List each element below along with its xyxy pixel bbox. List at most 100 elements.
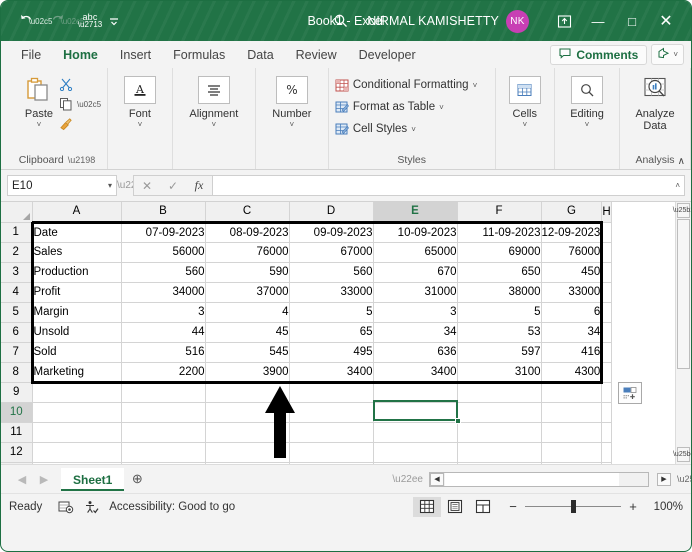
alignment-button[interactable]: Alignment ˅	[179, 73, 249, 129]
cell-G6[interactable]: 34	[541, 322, 604, 343]
cell-F6[interactable]: 53	[457, 322, 542, 343]
paste-dropdown-icon[interactable]: ˅	[37, 121, 42, 129]
normal-view-button[interactable]	[413, 496, 441, 517]
formula-bar-grip[interactable]: \u22ee	[117, 180, 148, 191]
cell-E5[interactable]: 3	[373, 302, 458, 323]
cell-F2[interactable]: 69000	[457, 242, 542, 263]
zoom-in-button[interactable]: +	[627, 499, 639, 514]
alignment-dropdown-icon[interactable]: ˅	[212, 121, 217, 129]
row-header-9[interactable]: 9	[1, 382, 33, 403]
cell-B2[interactable]: 56000	[121, 242, 206, 263]
horizontal-scroll-thumb[interactable]	[445, 472, 619, 486]
row-header-2[interactable]: 2	[1, 242, 33, 263]
cell-H4[interactable]	[601, 282, 612, 303]
row-header-3[interactable]: 3	[1, 262, 33, 283]
row-header-4[interactable]: 4	[1, 282, 33, 303]
customize-qat-icon[interactable]	[103, 9, 125, 33]
column-header-D[interactable]: D	[289, 202, 374, 223]
cell-D10[interactable]	[289, 402, 374, 423]
copy-dropdown-icon[interactable]: \u02c5	[77, 100, 101, 109]
confirm-entry-icon[interactable]: ✓	[160, 179, 186, 193]
select-all-corner[interactable]	[1, 202, 33, 223]
clipboard-dialog-launcher-icon[interactable]: \u2198	[68, 155, 96, 165]
cell-B9[interactable]	[121, 382, 206, 403]
font-dropdown-icon[interactable]: ˅	[138, 121, 143, 129]
cell-G1[interactable]: 12-09-2023	[541, 220, 604, 243]
cell-G9[interactable]	[541, 382, 603, 403]
page-break-preview-button[interactable]	[469, 497, 497, 517]
close-button[interactable]: ✕	[649, 8, 683, 34]
cell-F7[interactable]: 597	[457, 342, 542, 363]
cell-D5[interactable]: 5	[289, 302, 374, 323]
cell-C3[interactable]: 590	[205, 262, 290, 283]
tab-file[interactable]: File	[11, 46, 51, 64]
cell-A12[interactable]	[32, 442, 122, 463]
cell-G8[interactable]: 4300	[541, 362, 604, 384]
cell-D11[interactable]	[289, 422, 374, 443]
zoom-slider[interactable]	[525, 500, 621, 513]
cell-C7[interactable]: 545	[205, 342, 290, 363]
cell-C5[interactable]: 4	[205, 302, 290, 323]
cell-A9[interactable]	[32, 382, 122, 403]
scroll-up-icon[interactable]: \u25b2	[673, 203, 691, 218]
cell-D1[interactable]: 09-09-2023	[289, 220, 374, 243]
number-dropdown-icon[interactable]: ˅	[290, 121, 295, 129]
conditional-formatting-dropdown-icon[interactable]: ˅	[473, 81, 478, 90]
number-button[interactable]: % Number ˅	[262, 73, 322, 129]
conditional-formatting-button[interactable]: Conditional Formatting ˅	[335, 76, 477, 94]
cell-H2[interactable]	[601, 242, 612, 263]
zoom-slider-thumb[interactable]	[571, 500, 576, 513]
next-sheet-icon[interactable]: ▶	[33, 473, 55, 486]
insert-function-icon[interactable]: fx	[186, 178, 212, 193]
cell-G11[interactable]	[541, 422, 603, 443]
cell-A6[interactable]: Unsold	[30, 322, 122, 343]
cell-H3[interactable]	[601, 262, 612, 283]
spelling-icon[interactable]: abc \u2713	[78, 9, 102, 33]
cell-A13[interactable]	[32, 462, 122, 464]
cell-H5[interactable]	[601, 302, 612, 323]
cell-F5[interactable]: 5	[457, 302, 542, 323]
row-header-10[interactable]: 10	[1, 402, 33, 423]
paste-button[interactable]: Paste ˅	[15, 73, 63, 129]
cell-F8[interactable]: 3100	[457, 362, 542, 384]
cell-E12[interactable]	[373, 442, 458, 463]
cell-F11[interactable]	[457, 422, 542, 443]
cell-D7[interactable]: 495	[289, 342, 374, 363]
comments-button[interactable]: Comments	[550, 44, 648, 65]
cell-G10[interactable]	[541, 402, 603, 423]
share-dropdown-icon[interactable]: ˅	[673, 50, 678, 59]
tab-developer[interactable]: Developer	[349, 46, 426, 64]
cell-G3[interactable]: 450	[541, 262, 604, 283]
resize-grip-icon[interactable]: \u25e2	[677, 474, 691, 484]
cell-A4[interactable]: Profit	[30, 282, 122, 303]
cell-G5[interactable]: 6	[541, 302, 604, 323]
cell-styles-button[interactable]: Cell Styles ˅	[335, 120, 477, 138]
cell-C13[interactable]	[205, 462, 290, 464]
tab-data[interactable]: Data	[237, 46, 283, 64]
add-sheet-icon[interactable]: ⊕	[124, 471, 150, 487]
cell-B1[interactable]: 07-09-2023	[121, 220, 206, 243]
cell-F13[interactable]	[457, 462, 542, 464]
cell-B5[interactable]: 3	[121, 302, 206, 323]
row-header-11[interactable]: 11	[1, 422, 33, 443]
cell-C2[interactable]: 76000	[205, 242, 290, 263]
editing-dropdown-icon[interactable]: ˅	[585, 121, 590, 129]
cell-G7[interactable]: 416	[541, 342, 604, 363]
column-header-C[interactable]: C	[205, 202, 290, 223]
cell-F1[interactable]: 11-09-2023	[457, 220, 542, 243]
row-header-12[interactable]: 12	[1, 442, 33, 463]
search-icon[interactable]	[333, 13, 349, 29]
cell-B13[interactable]	[121, 462, 206, 464]
cell-B11[interactable]	[121, 422, 206, 443]
row-header-8[interactable]: 8	[1, 362, 33, 383]
zoom-level[interactable]: 100%	[649, 501, 683, 513]
cell-D3[interactable]: 560	[289, 262, 374, 283]
cell-H12[interactable]	[601, 442, 612, 463]
macro-record-icon[interactable]	[58, 500, 74, 514]
vertical-scroll-thumb[interactable]	[677, 219, 690, 369]
cut-button[interactable]	[59, 75, 101, 93]
cell-E7[interactable]: 636	[373, 342, 458, 363]
cell-B4[interactable]: 34000	[121, 282, 206, 303]
cell-E3[interactable]: 670	[373, 262, 458, 283]
cell-F10[interactable]	[457, 402, 542, 423]
